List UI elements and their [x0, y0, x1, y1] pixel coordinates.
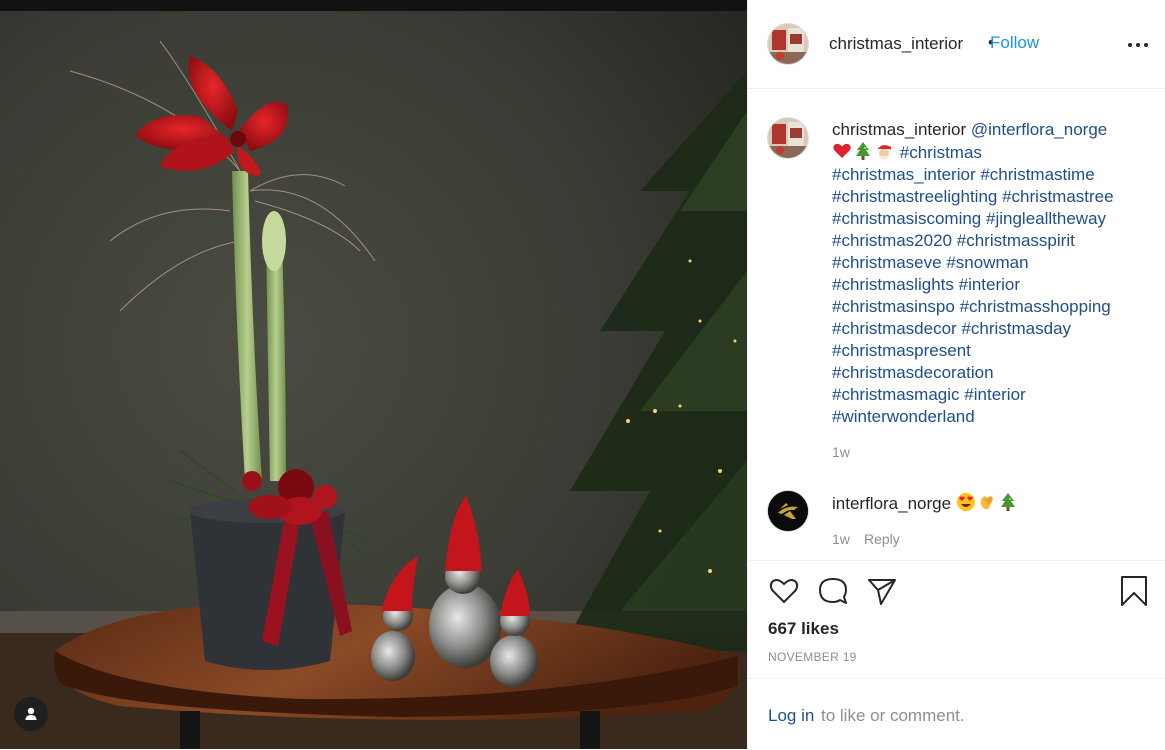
- interflora-logo-icon: [768, 491, 808, 531]
- caption-hashtag[interactable]: #christmaseve: [832, 253, 942, 272]
- caption-hashtag[interactable]: #christmasspirit: [957, 231, 1075, 250]
- bookmark-icon[interactable]: [1118, 575, 1150, 607]
- christmas-tree-emoji-icon: [1000, 493, 1015, 511]
- caption-hashtag[interactable]: #christmaspresent: [832, 341, 971, 360]
- caption-hashtag[interactable]: #jinglealltheway: [986, 209, 1106, 228]
- caption-hashtag[interactable]: #christmastime: [980, 165, 1094, 184]
- photo-illustration: [0, 11, 747, 749]
- clapping-hands-emoji-icon: [980, 496, 993, 510]
- caption-hashtag[interactable]: #christmasdecor: [832, 319, 957, 338]
- author-avatar[interactable]: [768, 24, 808, 64]
- caption-hashtag[interactable]: #winterwonderland: [832, 407, 975, 426]
- caption-hashtag[interactable]: #christmastree: [1002, 187, 1113, 206]
- avatar-image: [768, 24, 808, 64]
- comment-text: interflora_norge: [832, 492, 1019, 514]
- caption-hashtag[interactable]: #christmasmagic: [832, 385, 960, 404]
- user-icon: [25, 707, 37, 720]
- caption-hashtag[interactable]: #interior: [964, 385, 1025, 404]
- heart-eyes-emoji-icon: [956, 493, 975, 511]
- more-options-icon[interactable]: [1126, 36, 1150, 52]
- reply-button[interactable]: Reply: [864, 531, 900, 547]
- post-date[interactable]: NOVEMBER 19: [768, 650, 857, 664]
- caption-hashtag[interactable]: #christmas_interior: [832, 165, 976, 184]
- caption-hashtag[interactable]: #christmasinspo: [832, 297, 955, 316]
- post-header: christmas_interior • Follow: [748, 0, 1165, 89]
- avatar-image: [768, 118, 808, 158]
- caption-username[interactable]: christmas_interior: [832, 120, 966, 139]
- post-photo[interactable]: [0, 11, 747, 749]
- caption-hashtag[interactable]: #christmasiscoming: [832, 209, 981, 228]
- santa-emoji-icon: [877, 145, 891, 159]
- caption-avatar[interactable]: [768, 118, 808, 158]
- caption-hashtag[interactable]: #interior: [959, 275, 1020, 294]
- caption-hashtag[interactable]: #christmasshopping: [960, 297, 1111, 316]
- caption-hashtag[interactable]: #christmas: [900, 143, 982, 162]
- caption-timestamp[interactable]: 1w: [832, 444, 850, 460]
- share-icon[interactable]: [866, 575, 898, 607]
- tagged-users-button[interactable]: [14, 697, 48, 731]
- heart-emoji-icon: [833, 143, 851, 158]
- post-side-panel: christmas_interior • Follow christmas_in…: [747, 0, 1165, 749]
- comment-timestamp[interactable]: 1w: [832, 531, 850, 547]
- login-prompt: Log in to like or comment.: [748, 678, 1165, 750]
- login-link[interactable]: Log in: [768, 706, 814, 726]
- comment-icon[interactable]: [817, 575, 849, 607]
- author-username[interactable]: christmas_interior: [829, 34, 963, 54]
- caption-hashtag[interactable]: #christmasdecoration: [832, 363, 994, 382]
- follow-button[interactable]: Follow: [990, 33, 1039, 53]
- login-prompt-text: to like or comment.: [821, 706, 965, 725]
- caption-mention[interactable]: @interflora_norge: [971, 120, 1107, 139]
- commenter-avatar[interactable]: [768, 491, 808, 531]
- like-count[interactable]: 667 likes: [768, 619, 839, 639]
- caption-hashtag[interactable]: #christmaslights: [832, 275, 954, 294]
- heart-icon[interactable]: [768, 575, 800, 607]
- caption-hashtag[interactable]: #christmas2020: [832, 231, 952, 250]
- caption-text: christmas_interior @interflora_norge #ch…: [832, 119, 1152, 428]
- caption-hashtag[interactable]: #snowman: [946, 253, 1028, 272]
- top-strip: [0, 0, 747, 11]
- christmas-tree-emoji-icon: [856, 142, 870, 160]
- caption-hashtag[interactable]: #christmastreelighting: [832, 187, 997, 206]
- commenter-username[interactable]: interflora_norge: [832, 494, 951, 513]
- caption-hashtag[interactable]: #christmasday: [961, 319, 1071, 338]
